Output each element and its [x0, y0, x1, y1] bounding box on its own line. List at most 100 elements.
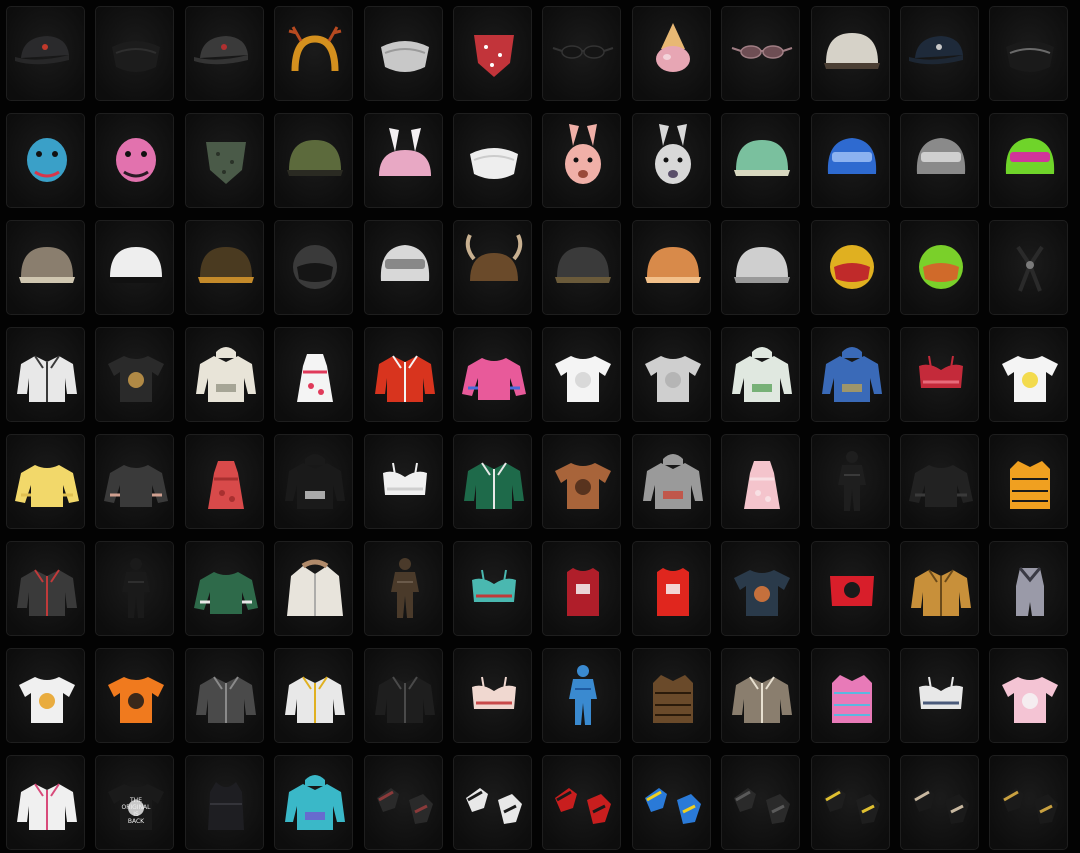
inventory-slot[interactable] — [363, 541, 443, 636]
inventory-slot[interactable] — [452, 220, 532, 315]
inventory-slot[interactable] — [631, 6, 711, 101]
inventory-slot[interactable] — [95, 541, 175, 636]
inventory-slot[interactable] — [810, 113, 890, 208]
inventory-slot[interactable] — [989, 648, 1069, 743]
inventory-slot[interactable] — [542, 113, 622, 208]
inventory-slot[interactable] — [631, 541, 711, 636]
inventory-slot[interactable] — [274, 541, 354, 636]
inventory-slot[interactable] — [631, 113, 711, 208]
inventory-slot[interactable] — [631, 327, 711, 422]
inventory-slot[interactable] — [542, 6, 622, 101]
inventory-slot[interactable] — [810, 327, 890, 422]
inventory-slot[interactable] — [452, 327, 532, 422]
inventory-slot[interactable] — [184, 434, 264, 529]
inventory-slot[interactable] — [721, 327, 801, 422]
inventory-slot[interactable] — [810, 6, 890, 101]
inventory-slot[interactable] — [6, 6, 85, 101]
inventory-slot[interactable] — [542, 220, 622, 315]
inventory-slot[interactable] — [721, 755, 801, 850]
inventory-slot[interactable] — [95, 434, 175, 529]
inventory-slot[interactable] — [542, 541, 622, 636]
inventory-slot[interactable] — [989, 220, 1069, 315]
inventory-slot[interactable] — [989, 755, 1069, 850]
inventory-slot[interactable] — [452, 434, 532, 529]
inventory-slot[interactable] — [721, 541, 801, 636]
inventory-slot[interactable] — [899, 6, 979, 101]
inventory-slot[interactable] — [899, 113, 979, 208]
inventory-slot[interactable] — [721, 434, 801, 529]
inventory-slot[interactable] — [6, 220, 85, 315]
inventory-slot[interactable] — [899, 541, 979, 636]
inventory-slot[interactable] — [184, 6, 264, 101]
inventory-slot[interactable] — [363, 327, 443, 422]
inventory-slot[interactable] — [274, 327, 354, 422]
inventory-slot[interactable] — [184, 113, 264, 208]
inventory-slot[interactable] — [989, 6, 1069, 101]
inventory-slot[interactable] — [95, 6, 175, 101]
inventory-slot[interactable] — [274, 755, 354, 850]
inventory-slot[interactable] — [274, 434, 354, 529]
inventory-slot[interactable] — [274, 6, 354, 101]
inventory-slot[interactable] — [542, 434, 622, 529]
inventory-slot[interactable] — [184, 220, 264, 315]
inventory-slot[interactable] — [274, 648, 354, 743]
inventory-slot[interactable] — [184, 648, 264, 743]
inventory-slot[interactable] — [810, 648, 890, 743]
inventory-slot[interactable] — [721, 220, 801, 315]
inventory-slot[interactable] — [6, 327, 85, 422]
inventory-slot[interactable] — [899, 220, 979, 315]
inventory-slot[interactable] — [899, 327, 979, 422]
inventory-slot[interactable]: THE ORIGINAL IS BACK — [95, 755, 175, 850]
inventory-slot[interactable] — [184, 541, 264, 636]
inventory-slot[interactable] — [274, 113, 354, 208]
inventory-slot[interactable] — [95, 327, 175, 422]
inventory-slot[interactable] — [363, 648, 443, 743]
inventory-slot[interactable] — [721, 6, 801, 101]
inventory-slot[interactable] — [989, 327, 1069, 422]
inventory-slot[interactable] — [95, 113, 175, 208]
inventory-slot[interactable] — [363, 220, 443, 315]
inventory-slot[interactable] — [95, 648, 175, 743]
inventory-slot[interactable] — [721, 648, 801, 743]
inventory-slot[interactable] — [6, 755, 85, 850]
inventory-slot[interactable] — [721, 113, 801, 208]
inventory-slot[interactable] — [184, 327, 264, 422]
inventory-slot[interactable] — [631, 648, 711, 743]
inventory-slot[interactable] — [363, 6, 443, 101]
inventory-slot[interactable] — [452, 113, 532, 208]
inventory-slot[interactable] — [6, 648, 85, 743]
inventory-slot[interactable] — [274, 220, 354, 315]
inventory-slot[interactable] — [452, 6, 532, 101]
inventory-slot[interactable] — [452, 648, 532, 743]
inventory-slot[interactable] — [810, 755, 890, 850]
inventory-slot[interactable] — [989, 434, 1069, 529]
inventory-slot[interactable] — [899, 648, 979, 743]
inventory-slot[interactable] — [899, 434, 979, 529]
inventory-slot[interactable] — [95, 220, 175, 315]
pink-bunny-outfit-icon — [722, 435, 800, 528]
inventory-slot[interactable] — [631, 434, 711, 529]
inventory-slot[interactable] — [452, 755, 532, 850]
inventory-slot[interactable] — [363, 113, 443, 208]
inventory-slot[interactable] — [542, 327, 622, 422]
inventory-slot[interactable] — [631, 220, 711, 315]
inventory-slot[interactable] — [989, 541, 1069, 636]
inventory-slot[interactable] — [363, 755, 443, 850]
inventory-grid: THE ORIGINAL IS BACK — [6, 6, 1069, 850]
inventory-slot[interactable] — [631, 755, 711, 850]
inventory-slot[interactable] — [810, 541, 890, 636]
inventory-slot[interactable] — [810, 220, 890, 315]
inventory-slot[interactable] — [184, 755, 264, 850]
black-motorcycle-helmet-icon — [275, 221, 353, 314]
inventory-slot[interactable] — [899, 755, 979, 850]
inventory-slot[interactable] — [542, 755, 622, 850]
inventory-slot[interactable] — [810, 434, 890, 529]
inventory-slot[interactable] — [6, 113, 85, 208]
inventory-slot[interactable] — [363, 434, 443, 529]
inventory-slot[interactable] — [989, 113, 1069, 208]
gold-black-gloves-icon — [990, 756, 1068, 849]
inventory-slot[interactable] — [6, 434, 85, 529]
inventory-slot[interactable] — [452, 541, 532, 636]
inventory-slot[interactable] — [542, 648, 622, 743]
inventory-slot[interactable] — [6, 541, 85, 636]
